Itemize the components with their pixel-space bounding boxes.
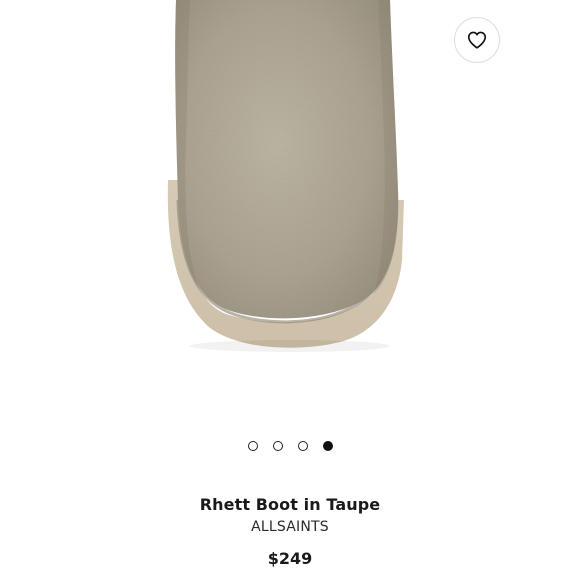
- product-brand[interactable]: ALLSAINTS: [0, 517, 580, 537]
- wishlist-button[interactable]: [454, 17, 500, 63]
- boot-photo: [0, 0, 580, 420]
- carousel-dot-2[interactable]: [272, 441, 283, 451]
- product-image[interactable]: [0, 0, 580, 420]
- product-price: $249: [267, 549, 313, 568]
- listing-page: Rhett Boot in Taupe ALLSAINTS $249: [0, 0, 580, 580]
- carousel-dot-1[interactable]: [247, 441, 258, 451]
- carousel-dot-4[interactable]: [322, 441, 333, 451]
- heart-icon: [467, 31, 487, 49]
- image-carousel-dots: [0, 441, 580, 451]
- carousel-dot-3[interactable]: [297, 441, 308, 451]
- product-info: Rhett Boot in Taupe ALLSAINTS: [0, 494, 580, 537]
- product-title[interactable]: Rhett Boot in Taupe: [0, 494, 580, 516]
